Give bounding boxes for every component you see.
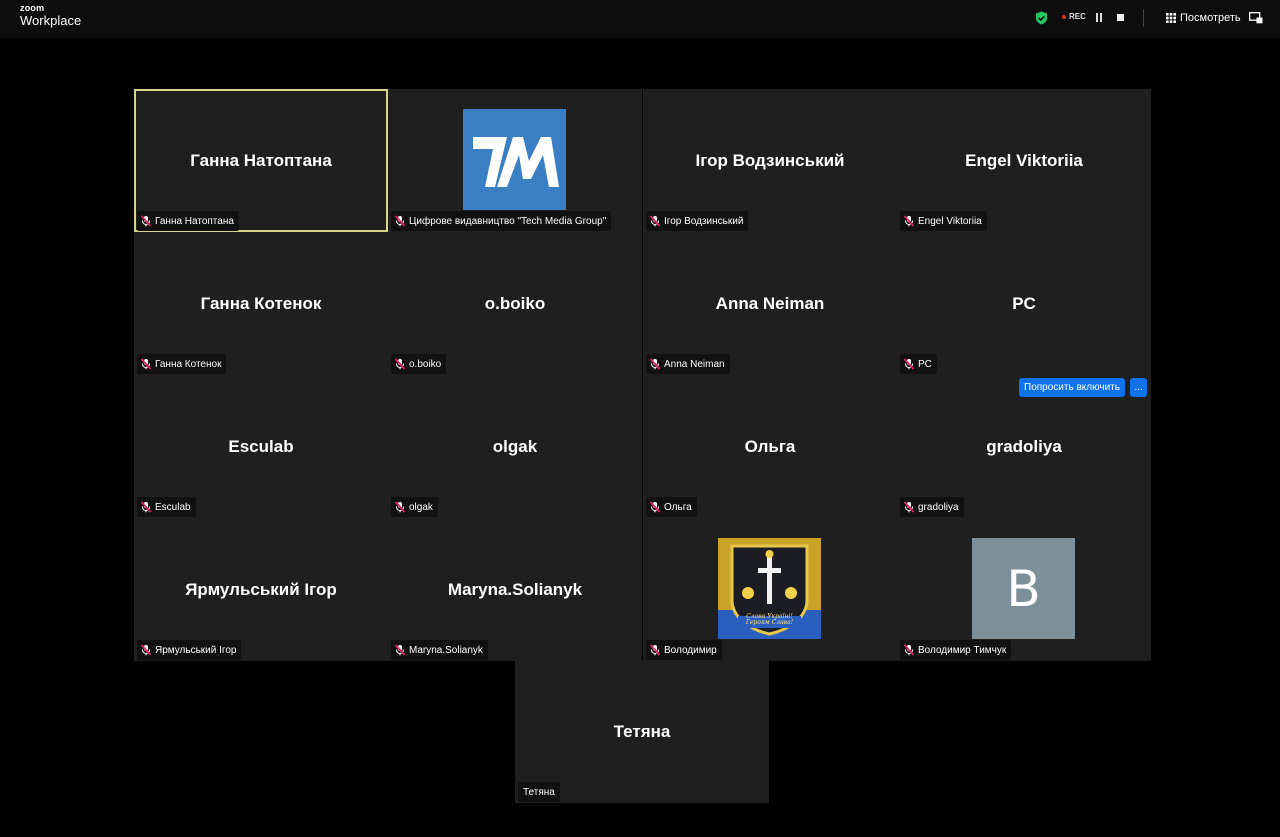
stop-recording-icon[interactable]: [1117, 14, 1124, 21]
zoom-logo: zoom Workplace: [20, 3, 82, 28]
participant-label-text: Тетяна: [523, 786, 555, 798]
participant-label-text: Володимир: [664, 644, 717, 656]
participant-tile[interactable]: o.boiko o.boiko: [388, 232, 642, 375]
recording-indicator: REC: [1062, 12, 1086, 21]
participant-tile[interactable]: Anna Neiman Anna Neiman: [643, 232, 897, 375]
participant-name: Esculab: [228, 437, 294, 456]
participant-label: Тетяна: [518, 782, 560, 802]
muted-mic-icon: [903, 501, 915, 513]
participant-label-text: gradoliya: [918, 501, 959, 513]
muted-mic-icon: [140, 358, 152, 370]
participant-label: o.boiko: [391, 354, 447, 374]
participant-label: Ольга: [646, 497, 697, 517]
muted-mic-icon: [140, 215, 152, 227]
participant-label: Ганна Котенок: [137, 354, 227, 374]
participant-name: Anna Neiman: [715, 294, 825, 313]
participant-label: Цифрове видавництво "Tech Media Group": [391, 211, 612, 231]
participant-label-text: Engel Viktoriia: [918, 215, 982, 227]
participant-label: Ганна Натоптана: [137, 211, 239, 231]
crest-motto: Слава Україні! Героям Слава!: [745, 613, 794, 627]
muted-mic-icon: [394, 501, 406, 513]
participant-name: Тетяна: [613, 722, 671, 741]
participant-label: Esculab: [137, 497, 196, 517]
muted-mic-icon: [394, 644, 406, 656]
grid-view-icon[interactable]: [1166, 13, 1176, 23]
muted-mic-icon: [140, 501, 152, 513]
participant-label-text: Ярмульський Ігор: [155, 644, 237, 656]
participant-tile[interactable]: Цифрове видавництво "Tech Media Group": [388, 89, 642, 232]
participant-label: gradoliya: [900, 497, 964, 517]
participant-label: Володимир: [646, 640, 722, 660]
participant-label: Maryna.Solianyk: [391, 640, 488, 660]
participant-label: olgak: [391, 497, 438, 517]
participant-name: Maryna.Solianyk: [447, 580, 583, 599]
pause-recording-icon[interactable]: [1095, 13, 1103, 22]
participant-label: Володимир Тимчук: [900, 640, 1012, 660]
participant-tile[interactable]: Слава Україні! Героям Слава! Володимир: [643, 518, 897, 661]
participant-tile[interactable]: Тетяна Тетяна: [515, 660, 769, 803]
muted-mic-icon: [903, 644, 915, 656]
ask-to-unmute-button[interactable]: Попросить включить: [1019, 378, 1125, 397]
participant-name: Engel Viktoriia: [965, 151, 1083, 170]
participant-label: Ігор Водзинський: [646, 211, 749, 231]
muted-mic-icon: [140, 644, 152, 656]
participant-tile[interactable]: Esculab Esculab: [134, 375, 388, 518]
participant-tile[interactable]: Ігор Водзинський Ігор Водзинський: [643, 89, 897, 232]
participant-tile[interactable]: Maryna.Solianyk Maryna.Solianyk: [388, 518, 642, 661]
participant-label: Engel Viktoriia: [900, 211, 987, 231]
muted-mic-icon: [649, 215, 661, 227]
screen-layout-icon[interactable]: [1249, 12, 1263, 24]
muted-mic-icon: [649, 358, 661, 370]
participant-label: PC: [900, 354, 937, 374]
tmg-logo-avatar: [463, 109, 566, 210]
muted-mic-icon: [649, 644, 661, 656]
record-dot-icon: [1062, 14, 1066, 19]
participant-label-text: Цифрове видавництво "Tech Media Group": [409, 215, 607, 227]
participant-tile[interactable]: Ярмульський Ігор Ярмульський Ігор: [134, 518, 388, 661]
participant-label-text: Володимир Тимчук: [918, 644, 1007, 656]
participant-label-text: o.boiko: [409, 358, 442, 370]
participant-name: gradoliya: [986, 437, 1062, 456]
participant-name: PC: [1012, 294, 1036, 313]
logo-zoom-text: zoom: [20, 3, 45, 13]
participant-label-text: Maryna.Solianyk: [409, 644, 483, 656]
participant-tile[interactable]: В Володимир Тимчук: [897, 518, 1151, 661]
participant-tile[interactable]: olgak olgak: [388, 375, 642, 518]
participant-label-text: Ганна Натоптана: [155, 215, 234, 227]
participant-name: olgak: [492, 437, 538, 456]
participant-name: Ганна Натоптана: [190, 151, 332, 170]
muted-mic-icon: [649, 501, 661, 513]
participant-name: Ярмульський Ігор: [185, 580, 337, 599]
participant-name: Ольга: [744, 437, 796, 456]
rec-label: REC: [1069, 12, 1086, 21]
view-button[interactable]: Посмотреть: [1180, 12, 1241, 24]
more-options-button[interactable]: ...: [1130, 378, 1147, 397]
muted-mic-icon: [903, 358, 915, 370]
top-bar: zoom Workplace REC Посмотреть: [0, 0, 1280, 38]
participant-label-text: Ганна Котенок: [155, 358, 222, 370]
participant-tile[interactable]: Ганна Котенок Ганна Котенок: [134, 232, 388, 375]
participant-name: o.boiko: [484, 294, 546, 313]
letter-avatar: В: [972, 538, 1075, 639]
participant-label-text: Anna Neiman: [664, 358, 725, 370]
muted-mic-icon: [903, 215, 915, 227]
participant-name: Ігор Водзинський: [695, 151, 845, 170]
muted-mic-icon: [394, 358, 406, 370]
participant-label: Ярмульський Ігор: [137, 640, 242, 660]
toolbar-divider: [1143, 9, 1144, 27]
participant-label-text: Ігор Водзинський: [664, 215, 744, 227]
participant-label-text: Esculab: [155, 501, 191, 513]
participant-label: Anna Neiman: [646, 354, 730, 374]
logo-workplace-text: Workplace: [20, 13, 82, 28]
muted-mic-icon: [394, 215, 406, 227]
participant-tile[interactable]: PC PC: [897, 232, 1151, 375]
participant-label-text: PC: [918, 358, 932, 370]
participant-tile[interactable]: Ольга Ольга: [643, 375, 897, 518]
security-shield-icon[interactable]: [1035, 11, 1048, 25]
participant-label-text: olgak: [409, 501, 433, 513]
participant-tile[interactable]: Ганна Натоптана Ганна Натоптана: [134, 89, 388, 232]
participant-label-text: Ольга: [664, 501, 692, 513]
participant-tile[interactable]: Engel Viktoriia Engel Viktoriia: [897, 89, 1151, 232]
participant-name: Ганна Котенок: [200, 294, 322, 313]
